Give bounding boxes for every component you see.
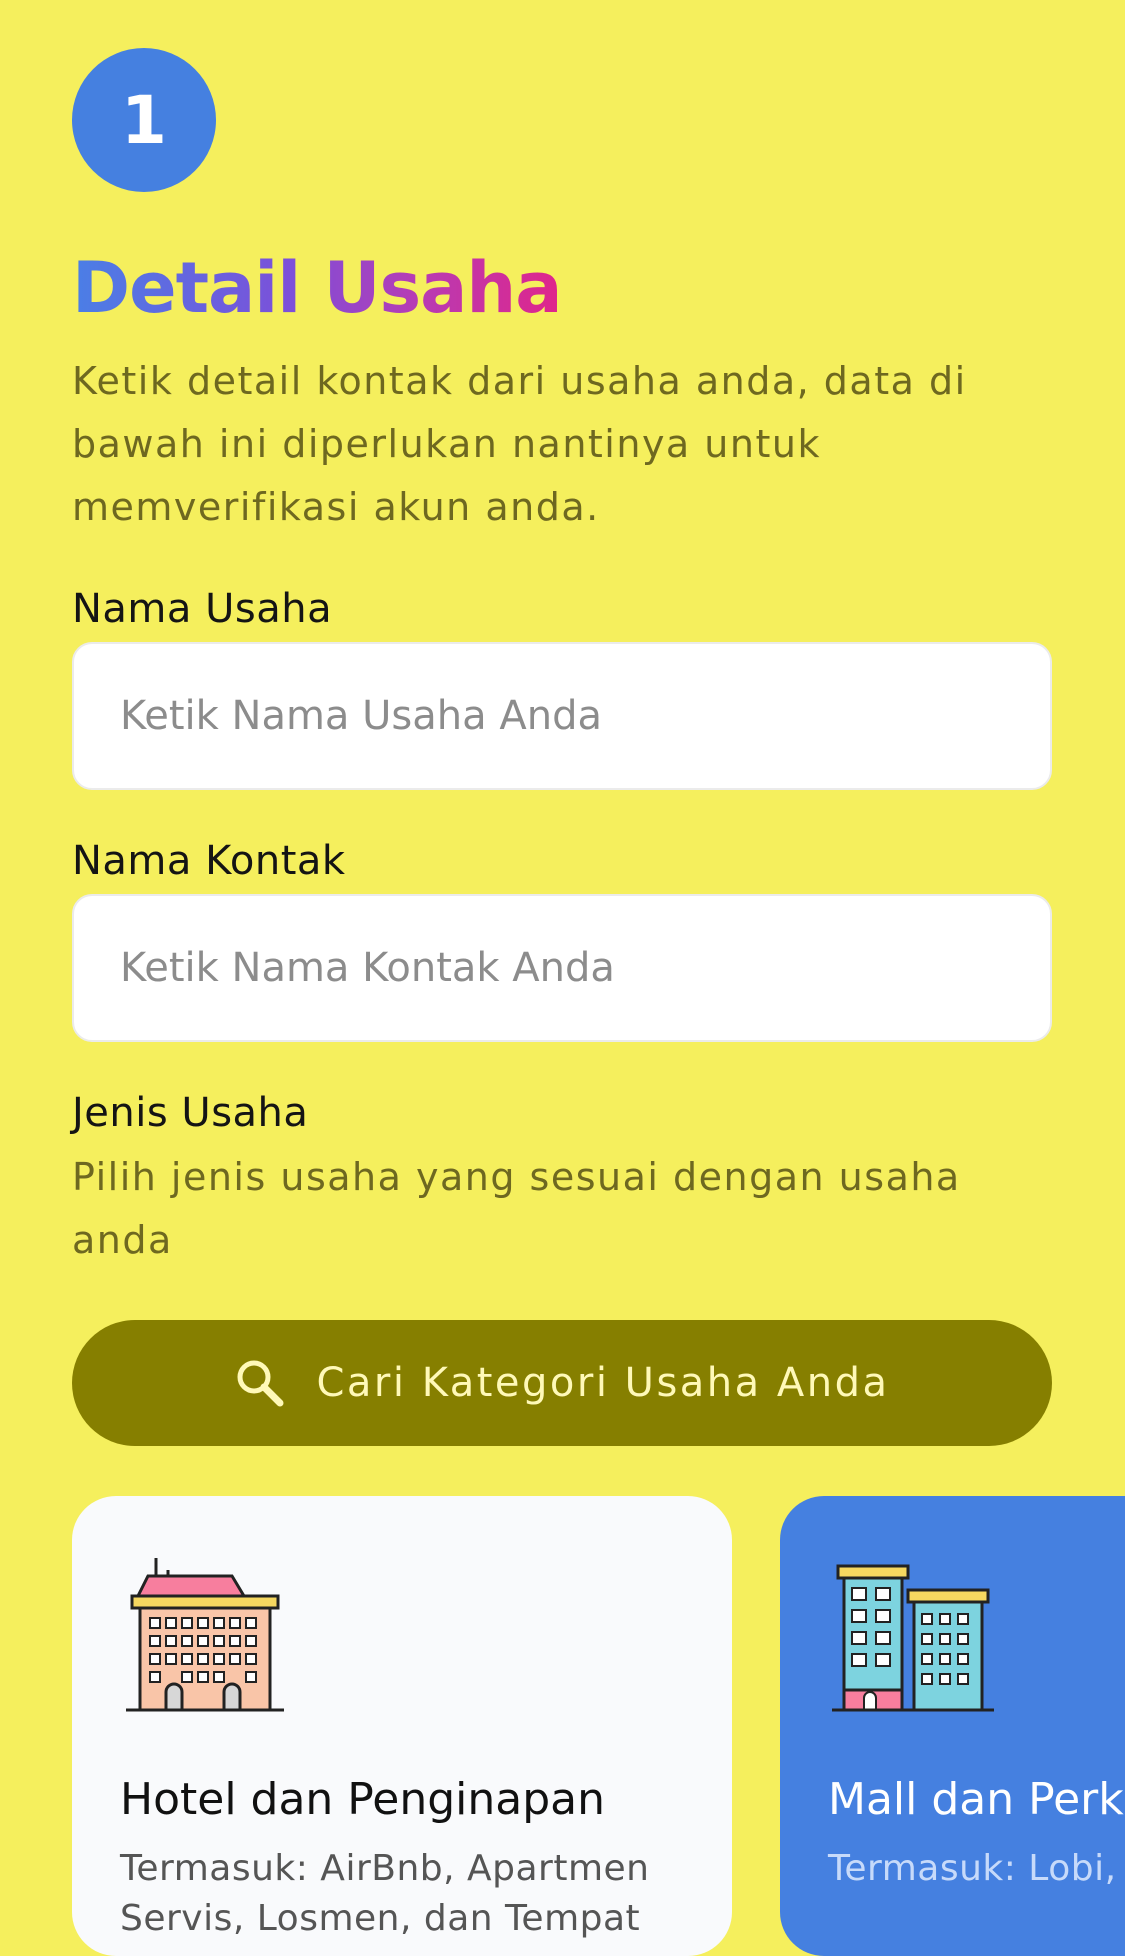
search-icon — [237, 1360, 284, 1407]
category-description: Termasuk: Lobi, Pasar, Supermarket — [828, 1848, 1125, 1889]
nama-kontak-label: Nama Kontak — [72, 838, 346, 884]
category-title: Mall dan Perkantoran — [828, 1774, 1125, 1825]
category-card-hotel[interactable]: Hotel dan Penginapan Termasuk: AirBnb, A… — [72, 1496, 732, 1956]
jenis-usaha-description: Pilih jenis usaha yang sesuai dengan usa… — [72, 1155, 961, 1262]
page-description: Ketik detail kontak dari usaha anda, dat… — [72, 359, 967, 529]
hotel-building-icon — [126, 1558, 284, 1712]
category-card-mall[interactable]: Mall dan Perkantoran Termasuk: Lobi, Pas… — [780, 1496, 1125, 1956]
search-category-button[interactable]: Cari Kategori Usaha Anda — [72, 1320, 1052, 1446]
office-buildings-icon — [832, 1564, 994, 1712]
category-description: Termasuk: AirBnb, Apartmen Servis, Losme… — [120, 1848, 650, 1939]
nama-usaha-label: Nama Usaha — [72, 586, 333, 632]
nama-usaha-input[interactable] — [72, 642, 1052, 790]
step-number-badge: 1 — [72, 48, 216, 192]
nama-kontak-input[interactable] — [72, 894, 1052, 1042]
search-category-label: Cari Kategori Usaha Anda — [316, 1360, 890, 1406]
page-title: Detail Usaha — [72, 247, 562, 329]
category-title: Hotel dan Penginapan — [120, 1774, 606, 1825]
jenis-usaha-label: Jenis Usaha — [72, 1090, 309, 1136]
step-number: 1 — [121, 81, 167, 159]
